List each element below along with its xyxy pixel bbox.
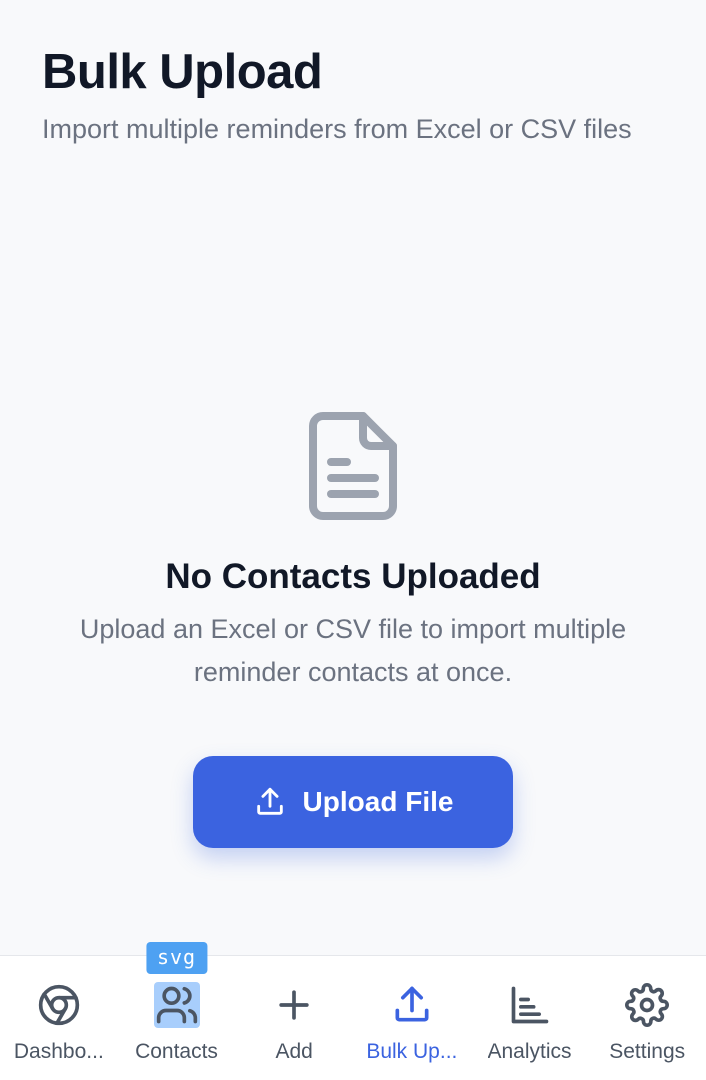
document-icon (307, 410, 399, 520)
page-header: Bulk Upload Import multiple reminders fr… (42, 44, 682, 146)
tab-label: Add (275, 1040, 313, 1063)
bar-chart-icon (507, 982, 553, 1028)
tab-bulk-upload[interactable]: Bulk Up... (353, 956, 471, 1080)
tab-dashboard[interactable]: Dashbo... (0, 956, 118, 1080)
tab-add[interactable]: Add (235, 956, 353, 1080)
tab-label: Settings (609, 1040, 686, 1063)
upload-file-button[interactable]: Upload File (193, 756, 513, 848)
upload-icon (389, 982, 435, 1028)
svg-overlay-tag: svg (145, 942, 208, 974)
tab-label: Analytics (487, 1040, 572, 1063)
upload-icon (256, 787, 283, 815)
empty-state-title: No Contacts Uploaded (165, 557, 541, 596)
bulk-upload-screen: Bulk Upload Import multiple reminders fr… (0, 0, 706, 1080)
chrome-icon (36, 982, 82, 1028)
upload-file-button-label: Upload File (302, 786, 454, 817)
bottom-tab-bar: Dashbo... svg Contacts Add Bulk Up... An… (0, 942, 706, 1080)
tab-label: Dashbo... (13, 1040, 104, 1063)
tab-label: Bulk Up... (366, 1040, 458, 1063)
tab-settings[interactable]: Settings (588, 956, 706, 1080)
tab-label: Contacts (135, 1040, 218, 1063)
empty-state-description: Upload an Excel or CSV file to import mu… (79, 614, 627, 687)
page-title: Bulk Upload (42, 45, 323, 99)
contacts-icon (153, 982, 200, 1028)
page-subtitle: Import multiple reminders from Excel or … (42, 114, 632, 144)
empty-state: No Contacts Uploaded Upload an Excel or … (0, 410, 706, 848)
tab-analytics[interactable]: Analytics (471, 956, 589, 1080)
plus-icon (271, 982, 317, 1028)
tab-contacts[interactable]: svg Contacts (118, 942, 236, 1080)
gear-icon (624, 982, 670, 1028)
